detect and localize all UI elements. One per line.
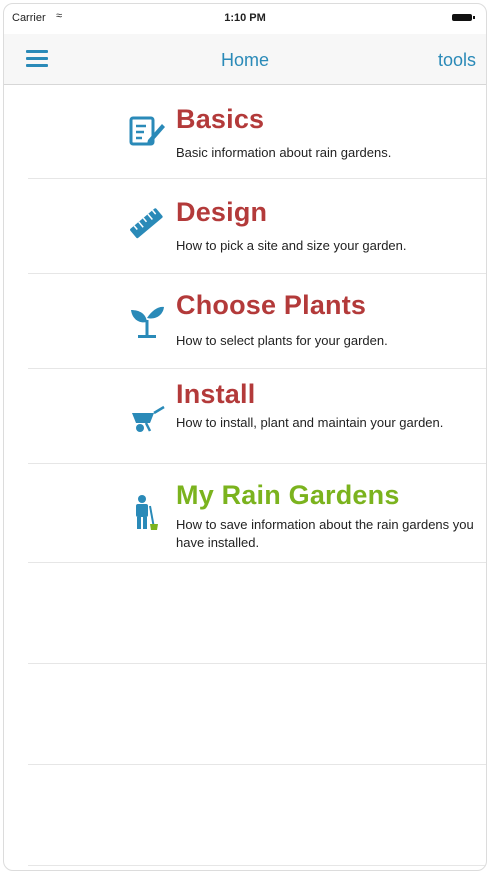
menu-list: Basics Basic information about rain gard…: [4, 84, 486, 866]
seedling-icon: [131, 306, 164, 338]
status-bar: Carrier ≈ 1:10 PM: [4, 4, 486, 34]
list-item-choose-plants[interactable]: Choose Plants How to select plants for y…: [28, 274, 486, 369]
item-description: How to install, plant and maintain your …: [176, 415, 444, 430]
notepad-pencil-icon: [129, 116, 165, 146]
list-item-my-rain-gardens[interactable]: My Rain Gardens How to save information …: [28, 464, 486, 563]
battery-icon: [452, 14, 475, 21]
item-title: Basics: [176, 104, 265, 134]
item-description: How to pick a site and size your garden.: [176, 238, 407, 253]
ruler-icon: [130, 208, 163, 239]
page-title: Home: [220, 50, 269, 70]
list-item-install[interactable]: Install How to install, plant and mainta…: [28, 369, 486, 464]
item-description: How to save information about the rain g…: [176, 517, 474, 550]
empty-list-row: [28, 563, 486, 664]
status-time: 1:10 PM: [224, 12, 266, 24]
gardener-icon: [136, 495, 158, 530]
item-description: How to select plants for your garden.: [176, 333, 388, 348]
wheelbarrow-icon: [132, 405, 165, 432]
tools-button[interactable]: tools: [438, 50, 476, 71]
navigation-bar: Home tools: [4, 34, 486, 85]
empty-list-row: [28, 664, 486, 765]
item-title: Design: [176, 197, 268, 227]
item-title: My Rain Gardens: [176, 480, 400, 510]
phone-screen: Carrier ≈ 1:10 PM Home tools Basics Basi…: [3, 3, 487, 871]
empty-list-row: [28, 765, 486, 866]
item-title: Choose Plants: [176, 290, 367, 320]
list-item-design[interactable]: Design How to pick a site and size your …: [28, 179, 486, 274]
item-title: Install: [176, 379, 256, 409]
list-item-basics[interactable]: Basics Basic information about rain gard…: [28, 84, 486, 179]
item-description: Basic information about rain gardens.: [176, 145, 392, 160]
